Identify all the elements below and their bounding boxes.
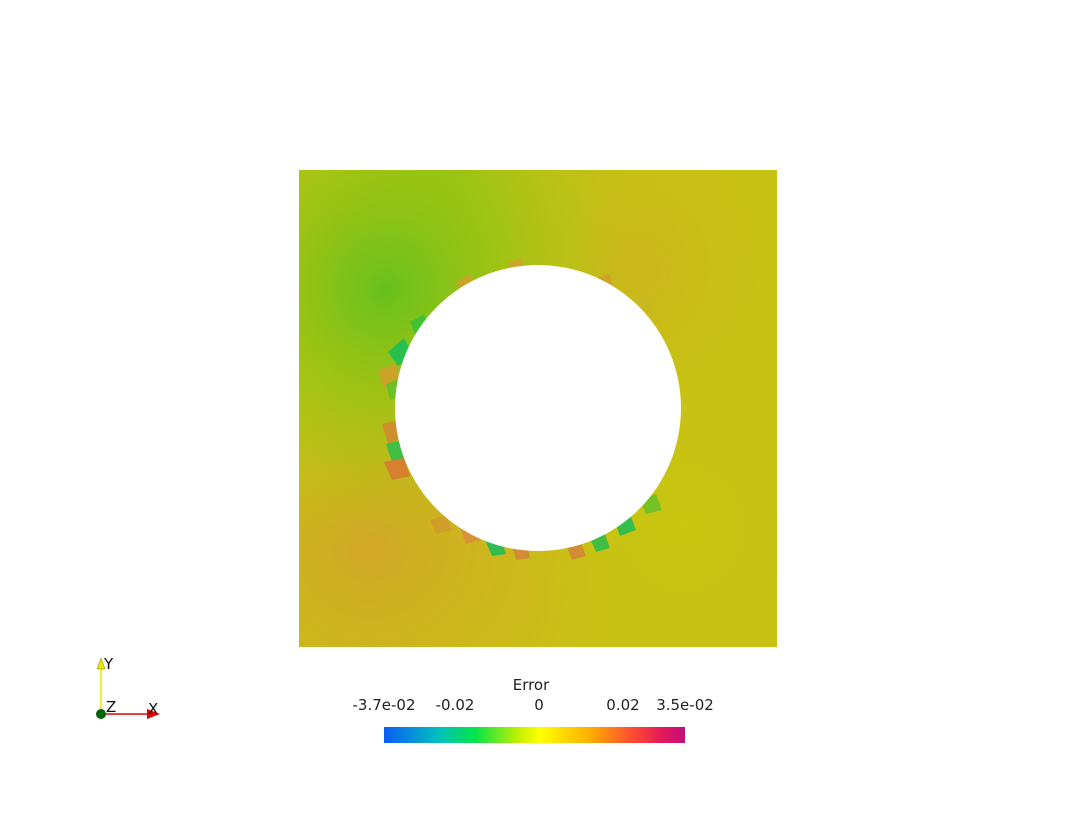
y-axis-label: Y <box>104 655 114 673</box>
error-field-plot <box>96 170 777 719</box>
circular-hole <box>395 265 681 551</box>
colorbar-tick-label: -3.7e-02 <box>352 696 416 714</box>
colorbar-tick-label: -0.02 <box>435 696 475 714</box>
colorbar <box>384 727 685 743</box>
render-viewport[interactable]: Y Z X Error -3.7e-02 -0.02 0 0.02 3.5e-0… <box>0 0 1076 817</box>
colorbar-title: Error <box>512 676 550 694</box>
colorbar-tick-label: 0.02 <box>606 696 640 714</box>
z-axis-label: Z <box>106 698 117 716</box>
colorbar-tick-label: 0 <box>534 696 544 714</box>
x-axis-label: X <box>148 700 159 718</box>
colorbar-tick-label: 3.5e-02 <box>656 696 714 714</box>
